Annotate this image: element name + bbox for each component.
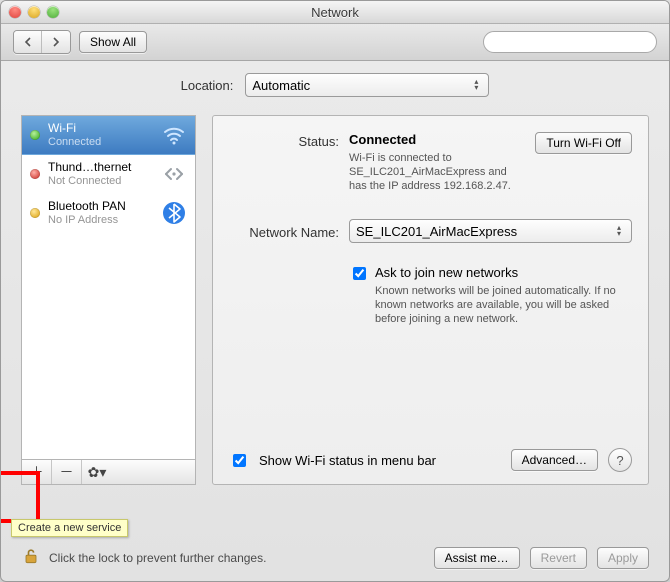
lock-open-icon — [21, 546, 41, 566]
close-window-button[interactable] — [9, 6, 21, 18]
footer: Click the lock to prevent further change… — [21, 546, 649, 569]
window-title: Network — [1, 5, 669, 20]
status-description: Wi-Fi is connected to SE_ILC201_AirMacEx… — [349, 151, 525, 193]
network-name-value: SE_ILC201_AirMacExpress — [356, 224, 517, 239]
advanced-button[interactable]: Advanced… — [511, 449, 598, 471]
toolbar: Show All — [1, 24, 669, 61]
chevron-right-icon — [51, 37, 61, 47]
status-dot — [30, 208, 40, 218]
remove-service-button[interactable]: － — [52, 460, 82, 484]
lock-text: Click the lock to prevent further change… — [49, 551, 266, 565]
service-status: No IP Address — [48, 213, 153, 227]
service-actions-button[interactable]: ✿▾ — [82, 460, 112, 484]
network-name-label: Network Name: — [229, 223, 339, 240]
service-name: Thund…thernet — [48, 160, 153, 174]
add-service-button[interactable]: ＋ — [22, 460, 52, 484]
service-name: Bluetooth PAN — [48, 199, 153, 213]
ask-to-join-row: Ask to join new networks Known networks … — [349, 265, 632, 326]
service-row-bluetooth[interactable]: Bluetooth PAN No IP Address — [22, 194, 195, 233]
wifi-icon — [161, 122, 187, 148]
ask-to-join-description: Known networks will be joined automatica… — [375, 284, 632, 326]
ethernet-icon — [161, 161, 187, 187]
gear-icon: ✿▾ — [88, 464, 107, 481]
apply-button[interactable]: Apply — [597, 547, 649, 569]
window-controls — [9, 6, 59, 18]
minimize-window-button[interactable] — [28, 6, 40, 18]
network-name-popup[interactable]: SE_ILC201_AirMacExpress ▴▾ — [349, 219, 632, 243]
question-icon: ? — [616, 453, 623, 468]
service-row-thunderbolt[interactable]: Thund…thernet Not Connected — [22, 155, 195, 194]
minus-icon: － — [60, 462, 74, 482]
detail-panel: Status: Connected Wi-Fi is connected to … — [212, 115, 649, 485]
nav-forward-button[interactable] — [42, 31, 70, 53]
show-wifi-menubar-label: Show Wi-Fi status in menu bar — [259, 453, 436, 468]
service-name: Wi-Fi — [48, 121, 153, 135]
location-label: Location: — [181, 78, 234, 93]
assist-me-button[interactable]: Assist me… — [434, 547, 520, 569]
chevron-left-icon — [23, 37, 33, 47]
nav-back-button[interactable] — [14, 31, 42, 53]
show-wifi-menubar-checkbox[interactable] — [233, 454, 246, 467]
location-value: Automatic — [252, 78, 310, 93]
search-field[interactable] — [483, 31, 657, 53]
ask-to-join-checkbox[interactable] — [353, 267, 366, 280]
titlebar: Network — [1, 1, 669, 24]
status-value: Connected — [349, 132, 416, 147]
popup-arrows-icon: ▴▾ — [611, 222, 627, 240]
zoom-window-button[interactable] — [47, 6, 59, 18]
turn-wifi-off-button[interactable]: Turn Wi-Fi Off — [535, 132, 632, 154]
plus-icon: ＋ — [30, 462, 44, 482]
status-label: Status: — [229, 132, 339, 149]
location-row: Location: Automatic ▴▾ — [21, 73, 649, 97]
add-service-tooltip: Create a new service — [11, 519, 128, 537]
help-button[interactable]: ? — [608, 448, 632, 472]
service-status: Connected — [48, 135, 153, 149]
service-list: Wi-Fi Connected Thund…thernet Not Connec… — [21, 115, 196, 459]
search-input[interactable] — [494, 34, 653, 50]
location-popup[interactable]: Automatic ▴▾ — [245, 73, 489, 97]
service-status: Not Connected — [48, 174, 153, 188]
show-all-button[interactable]: Show All — [79, 31, 147, 53]
bluetooth-icon — [161, 200, 187, 226]
ask-to-join-label: Ask to join new networks — [375, 265, 632, 280]
content: Location: Automatic ▴▾ Wi-Fi Connected — [1, 59, 669, 581]
service-row-wifi[interactable]: Wi-Fi Connected — [22, 116, 195, 155]
popup-arrows-icon: ▴▾ — [468, 76, 484, 94]
revert-button[interactable]: Revert — [530, 547, 587, 569]
service-list-toolbar: ＋ － ✿▾ — [21, 459, 196, 485]
status-dot — [30, 130, 40, 140]
status-dot — [30, 169, 40, 179]
lock-button[interactable] — [21, 546, 41, 569]
service-list-container: Wi-Fi Connected Thund…thernet Not Connec… — [21, 115, 196, 485]
nav-back-forward — [13, 30, 71, 54]
lock-row: Click the lock to prevent further change… — [21, 546, 266, 569]
